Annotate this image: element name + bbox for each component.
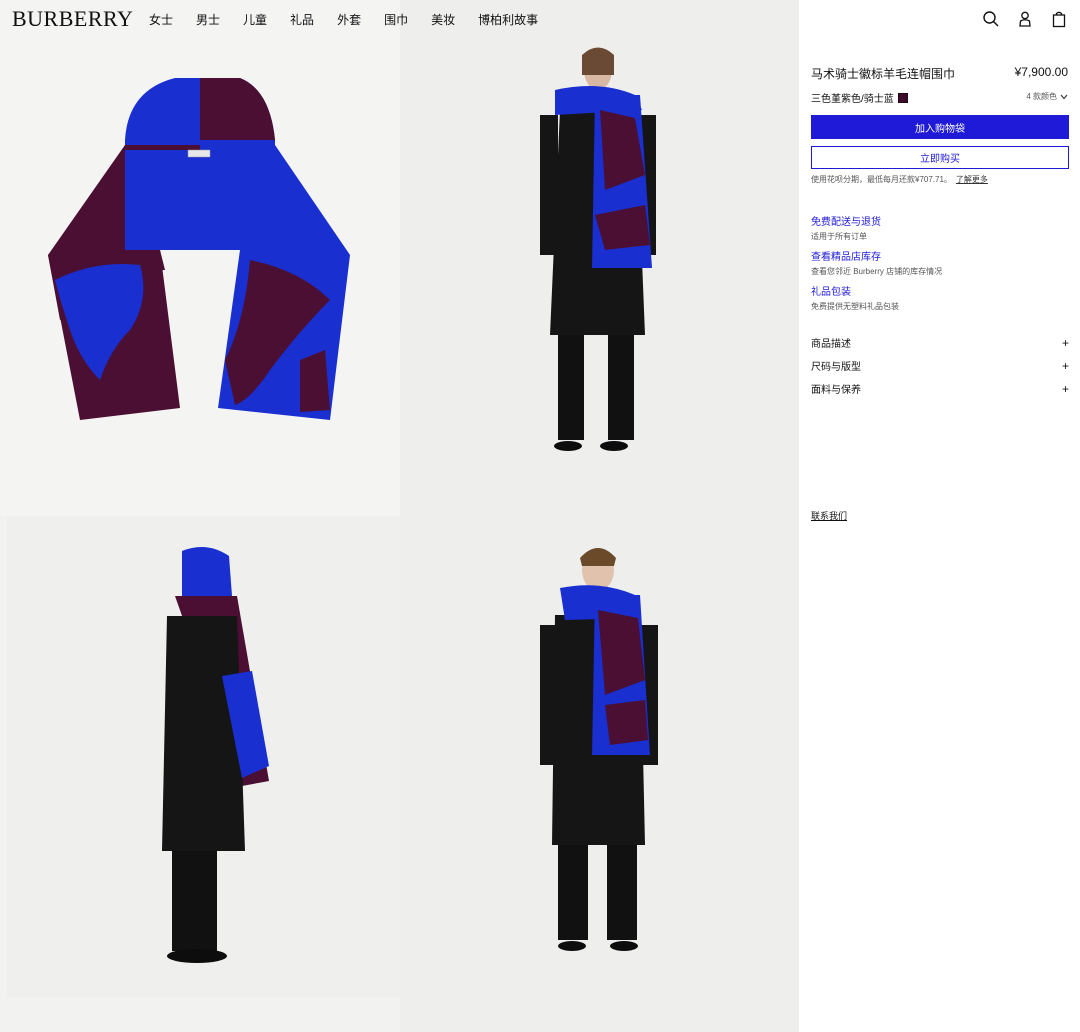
search-icon[interactable] <box>982 10 1000 28</box>
scarf-flat-illustration <box>48 78 350 420</box>
nav-item-men[interactable]: 男士 <box>196 11 220 28</box>
product-image-model-side[interactable] <box>7 516 400 998</box>
product-image-model-front[interactable] <box>400 0 799 500</box>
plus-icon: + <box>1061 358 1069 373</box>
service-title[interactable]: 免费配送与退货 <box>811 213 881 228</box>
learn-more-link[interactable]: 了解更多 <box>956 175 988 184</box>
site-header: BURBERRY 女士 男士 儿童 礼品 外套 围巾 美妆 博柏利故事 <box>0 0 1080 40</box>
add-to-bag-button[interactable]: 加入购物袋 <box>811 115 1069 139</box>
service-free-delivery: 免费配送与退货 适用于所有订单 <box>811 213 881 242</box>
nav-item-gifts[interactable]: 礼品 <box>290 11 314 28</box>
service-desc: 免费提供无塑料礼品包装 <box>811 302 899 311</box>
model-male-illustration <box>540 548 658 951</box>
nav-item-beauty[interactable]: 美妆 <box>431 11 455 28</box>
colors-count-label: 4 款颜色 <box>1026 92 1057 101</box>
header-icon-group <box>982 10 1068 28</box>
product-image-scarf-flat[interactable] <box>0 0 400 516</box>
product-detail-panel: 马术骑士徽标羊毛连帽围巾 ¥7,900.00 三色堇紫色/骑士蓝 4 款颜色 加… <box>799 0 1080 1032</box>
accordion-fabric-care[interactable]: 面料与保养 + <box>811 381 1069 397</box>
color-selector: 三色堇紫色/骑士蓝 <box>811 90 908 105</box>
installment-info: 使用花呗分期，最低每月还款¥707.71。 了解更多 <box>811 174 988 185</box>
chevron-down-icon <box>1060 94 1068 99</box>
installment-text: 使用花呗分期，最低每月还款¥707.71。 <box>811 175 952 184</box>
accordion-label: 尺码与版型 <box>811 362 861 373</box>
shopping-bag-icon[interactable] <box>1050 10 1068 28</box>
product-gallery <box>0 0 799 1032</box>
model-front-illustration <box>540 47 656 451</box>
contact-us-link[interactable]: 联系我们 <box>811 509 847 522</box>
main-nav: 女士 男士 儿童 礼品 外套 围巾 美妆 博柏利故事 <box>149 11 561 28</box>
nav-item-scarves[interactable]: 围巾 <box>384 11 408 28</box>
account-icon[interactable] <box>1016 10 1034 28</box>
accordion-product-description[interactable]: 商品描述 + <box>811 335 1069 351</box>
product-image-model-male[interactable] <box>400 500 799 1032</box>
service-title[interactable]: 查看精品店库存 <box>811 248 942 263</box>
accordion-label: 面料与保养 <box>811 385 861 396</box>
colors-count-dropdown[interactable]: 4 款颜色 <box>1026 91 1068 102</box>
color-label: 三色堇紫色/骑士蓝 <box>811 94 894 105</box>
plus-icon: + <box>1061 335 1069 350</box>
accordion-size-fit[interactable]: 尺码与版型 + <box>811 358 1069 374</box>
nav-item-outerwear[interactable]: 外套 <box>337 11 361 28</box>
service-store-stock: 查看精品店库存 查看您邻近 Burberry 店铺的库存情况 <box>811 248 942 277</box>
product-price: ¥7,900.00 <box>1014 65 1068 79</box>
product-title: 马术骑士徽标羊毛连帽围巾 <box>811 67 956 81</box>
service-gift-wrap: 礼品包装 免费提供无塑料礼品包装 <box>811 283 899 312</box>
model-side-illustration <box>162 547 269 963</box>
nav-item-children[interactable]: 儿童 <box>243 11 267 28</box>
accordion-label: 商品描述 <box>811 339 851 350</box>
nav-item-women[interactable]: 女士 <box>149 11 173 28</box>
color-swatch[interactable] <box>897 92 908 103</box>
buy-now-button[interactable]: 立即购买 <box>811 146 1069 169</box>
nav-item-burberry-story[interactable]: 博柏利故事 <box>478 11 538 28</box>
service-desc: 适用于所有订单 <box>811 232 867 241</box>
service-title[interactable]: 礼品包装 <box>811 283 899 298</box>
service-desc: 查看您邻近 Burberry 店铺的库存情况 <box>811 267 943 276</box>
brand-logo[interactable]: BURBERRY <box>12 6 133 32</box>
plus-icon: + <box>1061 381 1069 396</box>
